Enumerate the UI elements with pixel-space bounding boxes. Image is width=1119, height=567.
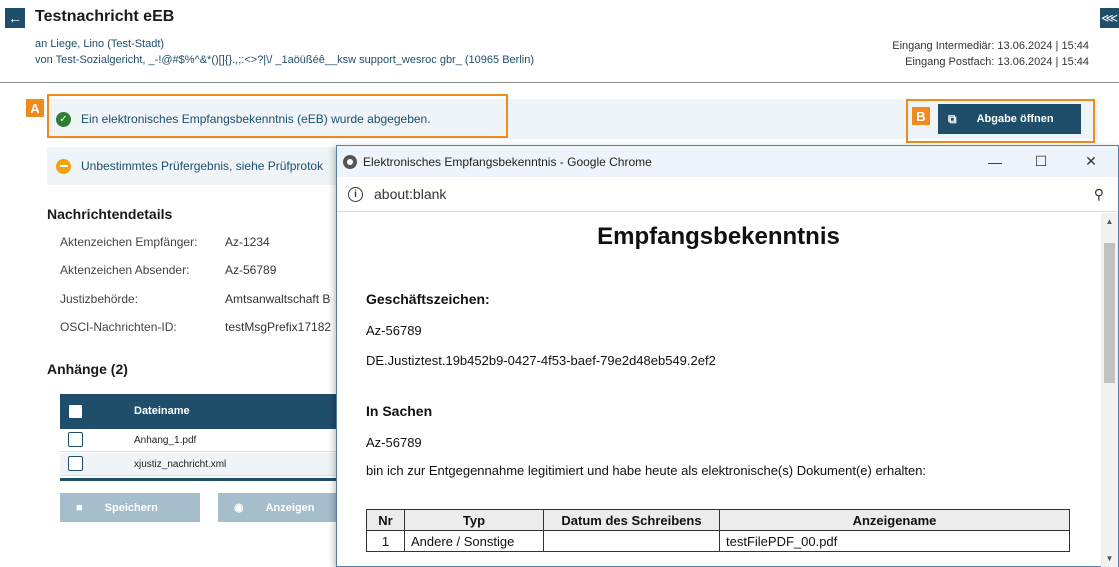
document-title: Empfangsbekenntnis xyxy=(597,223,840,250)
vertical-scrollbar[interactable]: ▲ ▼ xyxy=(1101,213,1118,567)
table-row: xjustiz_nachricht.xml xyxy=(60,453,340,476)
receipt-mailbox: Eingang Postfach: 13.06.2024 | 15:44 xyxy=(905,56,1089,68)
save-button[interactable]: ■ Speichern xyxy=(60,493,200,522)
reference-number: Az-56789 xyxy=(366,323,422,338)
sender-link[interactable]: Test-Sozialgericht, _-!@#$%^&*()[]{}.,;:… xyxy=(56,54,534,66)
zoom-icon[interactable]: ⚲ xyxy=(1094,186,1104,203)
case-heading: In Sachen xyxy=(366,403,433,419)
chrome-icon xyxy=(343,154,357,169)
header-divider xyxy=(0,82,1119,83)
close-button[interactable]: ✕ xyxy=(1068,146,1114,177)
col-nr: Nr xyxy=(366,509,405,531)
verification-text: Unbestimmtes Prüfergebnis, siehe Prüfpro… xyxy=(81,159,324,173)
view-button[interactable]: ◉ Anzeigen xyxy=(218,493,340,522)
maximize-icon: ☐ xyxy=(1034,153,1048,169)
popup-window-title: Elektronisches Empfangsbekenntnis - Goog… xyxy=(363,154,652,169)
reference-heading: Geschäftszeichen: xyxy=(366,291,490,307)
detail-row: Aktenzeichen Empfänger: Az-1234 xyxy=(60,235,270,249)
row-checkbox[interactable] xyxy=(68,456,83,471)
popup-titlebar[interactable]: Elektronisches Empfangsbekenntnis - Goog… xyxy=(337,146,1118,177)
back-button[interactable]: ← xyxy=(5,8,25,28)
col-display-name: Anzeigename xyxy=(719,509,1070,531)
cell-date xyxy=(543,530,720,552)
detail-label: Aktenzeichen Absender: xyxy=(60,263,190,277)
url-text: about:blank xyxy=(374,186,447,202)
file-name[interactable]: xjustiz_nachricht.xml xyxy=(134,459,226,470)
address-bar[interactable]: i about:blank ⚲ xyxy=(337,177,1118,212)
details-heading: Nachrichtendetails xyxy=(47,206,173,222)
col-date: Datum des Schreibens xyxy=(543,509,720,531)
highlight-box-b xyxy=(906,99,1095,143)
detail-value: Az-1234 xyxy=(225,235,270,249)
table-footer-bar xyxy=(60,478,340,481)
reference-id: DE.Justiztest.19b452b9-0427-4f53-baef-79… xyxy=(366,353,716,368)
row-checkbox[interactable] xyxy=(68,432,83,447)
table-row: Anhang_1.pdf xyxy=(60,429,340,452)
document-body: Empfangsbekenntnis Geschäftszeichen: Az-… xyxy=(337,213,1100,567)
cell-display-name: testFilePDF_00.pdf xyxy=(719,530,1070,552)
column-filename: Dateiname xyxy=(134,405,190,417)
receipt-intermediary: Eingang Intermediär: 13.06.2024 | 15:44 xyxy=(892,40,1089,52)
recipient-prefix: an xyxy=(35,38,48,50)
annotation-tag-a: A xyxy=(26,99,44,117)
case-number: Az-56789 xyxy=(366,435,422,450)
arrow-left-icon: ← xyxy=(8,10,22,26)
detail-label: Aktenzeichen Empfänger: xyxy=(60,235,198,249)
attachments-table-header: Dateiname xyxy=(60,394,340,429)
detail-label: OSCI-Nachrichten-ID: xyxy=(60,320,177,334)
attachments-heading: Anhänge (2) xyxy=(47,361,128,377)
annotation-tag-b: B xyxy=(912,107,930,125)
scroll-up-icon[interactable]: ▲ xyxy=(1101,217,1118,226)
minimize-button[interactable]: — xyxy=(972,146,1018,177)
share-icon: ⋘ xyxy=(1100,11,1119,25)
scroll-thumb[interactable] xyxy=(1104,243,1115,383)
page-title: Testnachricht eEB xyxy=(35,8,175,25)
share-button[interactable]: ⋘ xyxy=(1100,8,1119,28)
recipient-link[interactable]: Liege, Lino (Test-Stadt) xyxy=(50,38,164,50)
recipient-line: an Liege, Lino (Test-Stadt) xyxy=(35,38,164,50)
sender-prefix: von xyxy=(35,54,53,66)
receipt-statement: bin ich zur Entgegennahme legitimiert un… xyxy=(366,463,927,478)
cell-type: Andere / Sonstige xyxy=(404,530,544,552)
chrome-popup-window: Elektronisches Empfangsbekenntnis - Goog… xyxy=(336,145,1119,567)
highlight-box-a xyxy=(47,94,508,138)
view-label: Anzeigen xyxy=(265,501,315,514)
detail-value: Amtsanwaltschaft B xyxy=(225,292,331,306)
detail-row: OSCI-Nachrichten-ID: testMsgPrefix17182 xyxy=(60,320,331,334)
cell-nr: 1 xyxy=(366,530,405,552)
close-icon: ✕ xyxy=(1085,153,1097,169)
minimize-icon: — xyxy=(988,153,1002,170)
file-name[interactable]: Anhang_1.pdf xyxy=(134,435,196,446)
page: ← Testnachricht eEB an Liege, Lino (Test… xyxy=(0,0,1119,567)
floppy-icon: ■ xyxy=(76,501,83,514)
detail-value: Az-56789 xyxy=(225,263,277,277)
save-label: Speichern xyxy=(104,501,158,514)
detail-row: Aktenzeichen Absender: Az-56789 xyxy=(60,263,276,277)
detail-row: Justizbehörde: Amtsanwaltschaft B xyxy=(60,292,330,306)
sender-line: von Test-Sozialgericht, _-!@#$%^&*()[]{}… xyxy=(35,54,534,66)
select-all-checkbox[interactable] xyxy=(68,404,83,419)
scroll-down-icon[interactable]: ▼ xyxy=(1101,554,1118,563)
minus-circle-icon xyxy=(56,158,71,174)
detail-value: testMsgPrefix17182 xyxy=(225,320,332,334)
eye-icon: ◉ xyxy=(234,502,244,514)
receipt-info: Eingang Intermediär: 13.06.2024 | 15:44 … xyxy=(892,38,1089,70)
maximize-button[interactable]: ☐ xyxy=(1018,146,1064,177)
table-row: 1 Andere / Sonstige testFilePDF_00.pdf xyxy=(366,530,1070,552)
info-icon[interactable]: i xyxy=(348,186,363,202)
detail-label: Justizbehörde: xyxy=(60,292,139,306)
col-type: Typ xyxy=(404,509,544,531)
documents-table: Nr Typ Datum des Schreibens Anzeigename … xyxy=(366,509,1070,552)
